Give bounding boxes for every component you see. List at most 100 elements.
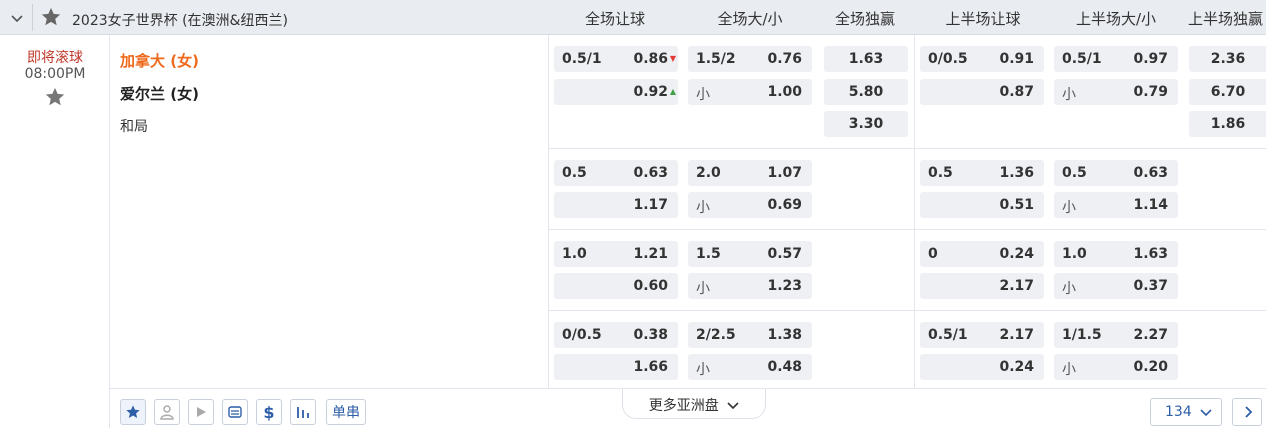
odds-value: 0.24 — [999, 359, 1034, 375]
odds-value: 3.30 — [848, 116, 884, 132]
handicap-line: 0/0.5 — [928, 51, 968, 67]
odds-value: 0.63 — [633, 165, 668, 181]
favorite-star-icon[interactable] — [44, 86, 66, 108]
column-header-ft-handicap: 全场让球 — [584, 10, 645, 28]
odds-cell-ft-hdp-away[interactable]: 0.60 — [554, 273, 678, 299]
odds-cell-ft-hdp-home[interactable]: 0/0.5 0.38 — [554, 322, 678, 348]
draw-label: 和局 — [120, 119, 148, 135]
odds-cell-ht-over[interactable]: 1.0 1.63 — [1054, 241, 1178, 267]
odds-cell-ft-1x2-home[interactable]: 1.63 — [824, 46, 908, 72]
chevron-down-icon — [1200, 409, 1212, 417]
odds-cell-ft-under[interactable]: 小 0.69 — [688, 192, 812, 218]
stats-button[interactable] — [290, 399, 316, 425]
total-line: 2.0 — [696, 165, 721, 181]
ticket-button[interactable] — [222, 399, 248, 425]
odds-cell-ht-hdp-away[interactable]: 2.17 — [920, 273, 1044, 299]
match-card: 即将滚球 08:00PM 加拿大 (女) 爱尔兰 (女) 和局 0.5/1 0.… — [0, 35, 1266, 428]
market-count: 134 — [1165, 404, 1192, 420]
odds-cell-ht-over[interactable]: 1/1.5 2.27 — [1054, 322, 1178, 348]
handicap-line: 0.5/1 — [562, 51, 602, 67]
odds-cell-ht-hdp-home[interactable]: 0.5/1 2.17 — [920, 322, 1044, 348]
league-name[interactable]: 2023女子世界杯 (在澳洲&纽西兰) — [72, 10, 288, 30]
market-count-dropdown[interactable]: 134 — [1150, 398, 1222, 426]
odds-cell-ft-hdp-home[interactable]: 0.5 0.63 — [554, 160, 678, 186]
odds-cell-ht-under[interactable]: 小 0.79 — [1054, 79, 1178, 105]
odds-cell-ft-under[interactable]: 小 1.23 — [688, 273, 812, 299]
play-icon — [197, 407, 206, 417]
odds-value: 2.17 — [999, 278, 1034, 294]
odds-value: 1.63 — [848, 51, 884, 67]
odds-cell-ht-under[interactable]: 小 1.14 — [1054, 192, 1178, 218]
odds-cell-ft-over[interactable]: 2.0 1.07 — [688, 160, 812, 186]
odds-down-icon: ▼ — [669, 54, 676, 63]
more-asian-handicap-button[interactable]: 更多亚洲盘 — [622, 389, 766, 419]
column-header-ht-over-under: 上半场大/小 — [1075, 10, 1157, 28]
odds-value: 1.14 — [1133, 197, 1168, 213]
odds-cell-ft-under[interactable]: 小 1.00 — [688, 79, 812, 105]
odds-cell-ht-under[interactable]: 小 0.37 — [1054, 273, 1178, 299]
under-label: 小 — [1062, 281, 1076, 297]
odds-cell-ft-1x2-draw[interactable]: 3.30 — [824, 111, 908, 137]
odds-cell-ft-hdp-home[interactable]: 0.5/1 0.86 ▼ — [554, 46, 678, 72]
odds-cell-ht-under[interactable]: 小 0.20 — [1054, 354, 1178, 380]
odds-value: 0.63 — [1133, 165, 1168, 181]
chevron-right-icon — [1245, 406, 1253, 418]
away-team: 爱尔兰 (女) — [120, 85, 199, 103]
odds-value: 5.80 — [848, 84, 884, 100]
odds-cell-ft-under[interactable]: 小 0.48 — [688, 354, 812, 380]
odds-cell-ft-1x2-away[interactable]: 5.80 — [824, 79, 908, 105]
league-header: 2023女子世界杯 (在澳洲&纽西兰) 全场让球 全场大/小 全场独赢 上半场让… — [0, 0, 1266, 35]
odds-cell-ft-hdp-home[interactable]: 1.0 1.21 — [554, 241, 678, 267]
odds-cell-ft-hdp-away[interactable]: 1.66 — [554, 354, 678, 380]
odds-value: 0.60 — [633, 278, 668, 294]
pin-button[interactable] — [120, 399, 146, 425]
column-header-ft-over-under: 全场大/小 — [717, 10, 783, 28]
odds-value: 1.07 — [767, 165, 802, 181]
cashout-button[interactable]: $ — [256, 399, 282, 425]
odds-cell-ft-over[interactable]: 2/2.5 1.38 — [688, 322, 812, 348]
odds-grid: 0.5/1 0.86 ▼ 0.92 ▲ 1.5/2 0.76 小 1.00 1.… — [548, 35, 1266, 388]
odds-cell-ft-over[interactable]: 1.5 0.57 — [688, 241, 812, 267]
odds-cell-ht-1x2-home[interactable]: 2.36 — [1189, 46, 1266, 72]
chevron-down-icon — [727, 402, 739, 410]
handicap-line: 0 — [928, 246, 938, 262]
lineup-button[interactable] — [154, 399, 180, 425]
match-status: 即将滚球 — [27, 50, 83, 66]
odds-cell-ft-hdp-away[interactable]: 0.92 ▲ — [554, 79, 678, 105]
ticket-icon — [228, 406, 242, 418]
dollar-icon: $ — [263, 403, 274, 421]
odds-cell-ht-hdp-away[interactable]: 0.24 — [920, 354, 1044, 380]
odds-value: 1.17 — [633, 197, 668, 213]
stats-icon — [297, 407, 309, 418]
odds-value: 0.24 — [999, 246, 1034, 262]
match-info: 即将滚球 08:00PM — [0, 35, 110, 428]
odds-value: 2.36 — [1210, 51, 1246, 67]
odds-value: 0.48 — [767, 359, 802, 375]
odds-value: 0.37 — [1133, 278, 1168, 294]
odds-cell-ht-hdp-home[interactable]: 0.5 1.36 — [920, 160, 1044, 186]
odds-cell-ht-hdp-away[interactable]: 0.87 — [920, 79, 1044, 105]
star-icon[interactable] — [40, 6, 62, 28]
live-stream-button[interactable] — [188, 399, 214, 425]
odds-cell-ft-hdp-away[interactable]: 1.17 — [554, 192, 678, 218]
odds-cell-ht-hdp-home[interactable]: 0/0.5 0.91 — [920, 46, 1044, 72]
handicap-line: 0.5 — [928, 165, 953, 181]
column-header-ht-1x2: 上半场独赢 — [1188, 10, 1264, 28]
parlay-button[interactable]: 单串 — [326, 399, 366, 425]
odds-cell-ht-hdp-away[interactable]: 0.51 — [920, 192, 1044, 218]
chevron-down-icon[interactable] — [9, 10, 25, 26]
odds-cell-ht-over[interactable]: 0.5/1 0.97 — [1054, 46, 1178, 72]
odds-cell-ht-hdp-home[interactable]: 0 0.24 — [920, 241, 1044, 267]
handicap-line: 0.5 — [562, 165, 587, 181]
user-icon — [160, 405, 174, 420]
expand-markets-button[interactable] — [1232, 398, 1262, 426]
odds-value: 0.51 — [999, 197, 1034, 213]
odds-cell-ht-over[interactable]: 0.5 0.63 — [1054, 160, 1178, 186]
odds-cell-ft-over[interactable]: 1.5/2 0.76 — [688, 46, 812, 72]
odds-value: 1.66 — [633, 359, 668, 375]
match-footer: $ 单串 更多亚洲盘 134 — [110, 388, 1266, 428]
handicap-line: 0.5/1 — [928, 327, 968, 343]
odds-value: 0.97 — [1133, 51, 1168, 67]
odds-cell-ht-1x2-away[interactable]: 6.70 — [1189, 79, 1266, 105]
odds-cell-ht-1x2-draw[interactable]: 1.86 — [1189, 111, 1266, 137]
